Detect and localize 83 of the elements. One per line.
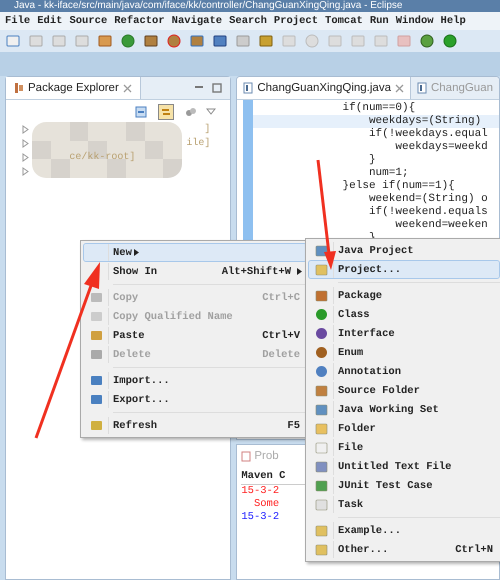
menu-item[interactable]: Source — [69, 15, 108, 27]
menu-item[interactable]: Run — [370, 15, 389, 27]
menu-item-icon — [314, 346, 328, 359]
menu-item[interactable]: Example... — [308, 521, 500, 540]
package-explorer-icon — [14, 82, 24, 94]
code-line: if(!weekdays.equal — [368, 128, 489, 141]
menu-item-icon — [90, 329, 102, 342]
menu-item-icon — [314, 422, 328, 435]
menu-item-icon — [314, 327, 328, 340]
code-line: weekend=(String) o — [368, 193, 489, 206]
menu-item[interactable]: Annotation — [308, 362, 500, 381]
menu-item[interactable]: Help — [440, 15, 466, 27]
menu-item[interactable]: New — [83, 243, 307, 262]
menu-item[interactable]: Edit — [37, 15, 62, 27]
menu-item-icon — [90, 374, 102, 387]
menu-item[interactable]: File — [5, 15, 30, 27]
menu-item-icon — [314, 543, 328, 556]
menu-item[interactable]: Import... — [83, 371, 307, 390]
menu-item-icon — [314, 403, 328, 416]
menu-item[interactable]: Export... — [83, 390, 307, 409]
menu-item-icon — [90, 291, 102, 304]
view-menu-icon[interactable] — [206, 108, 216, 116]
expand-icon[interactable] — [22, 152, 29, 162]
menu-item[interactable]: Paste Ctrl+V — [83, 326, 307, 345]
menu-item-icon — [314, 384, 328, 397]
view-tab[interactable]: Package Explorer — [6, 77, 141, 99]
menu-item[interactable]: Other... Ctrl+N — [308, 540, 500, 559]
menu-item-icon — [90, 348, 102, 361]
menu-item[interactable]: Java Working Set — [308, 400, 500, 419]
menu-item-icon — [314, 524, 328, 537]
menu-item-icon — [314, 460, 328, 473]
menu-item[interactable]: Tomcat — [325, 15, 363, 27]
menu-item[interactable]: Enum — [308, 343, 500, 362]
menu-item-icon — [90, 419, 102, 432]
code-line: weekend=weeken — [394, 219, 489, 232]
expand-icon[interactable] — [22, 166, 29, 176]
menu-item-icon — [314, 498, 328, 511]
close-icon[interactable] — [122, 84, 132, 92]
menu-item[interactable]: Class — [308, 305, 500, 324]
menu-item[interactable]: Package — [308, 286, 500, 305]
menu-item[interactable]: Source Folder — [308, 381, 500, 400]
java-file-icon — [416, 82, 427, 94]
menu-item-icon — [314, 244, 328, 257]
code-line: } — [368, 154, 377, 167]
menu-item-icon — [314, 308, 328, 321]
expand-icon[interactable] — [22, 124, 29, 134]
menu-item-icon — [90, 310, 102, 323]
menu-item[interactable]: Window — [396, 15, 434, 27]
view-title: Package Explorer — [28, 82, 119, 94]
menu-item-icon — [314, 441, 328, 454]
window-title: Java - kk-iface/src/main/java/com/iface/kk/controller/ChangGuanXingQing.java - Eclipse — [13, 0, 402, 12]
menu-item[interactable]: File — [308, 438, 500, 457]
menu-item-icon — [314, 263, 328, 276]
menu-item[interactable]: Project — [274, 15, 318, 27]
menu-item[interactable]: Folder — [308, 419, 500, 438]
menu-item[interactable]: Navigate — [172, 15, 222, 27]
code-line: if(num==0){ — [342, 102, 416, 115]
submenu-arrow-icon — [134, 249, 139, 256]
menu-item[interactable]: Search — [229, 15, 267, 27]
code-line: }else if(num==1){ — [342, 180, 456, 193]
code-line: num=1; — [368, 167, 410, 180]
menu-item[interactable]: Refresh F5 — [83, 416, 307, 435]
submenu-arrow-icon — [297, 268, 302, 275]
menu-item-icon — [90, 393, 102, 406]
expand-icon[interactable] — [22, 138, 29, 148]
code-line: if(!weekend.equals — [368, 206, 489, 219]
java-file-icon — [243, 82, 254, 94]
menu-item-icon — [314, 289, 328, 302]
console-line: 15-3-2 — [241, 485, 280, 498]
menu-item[interactable]: Refactor — [114, 15, 165, 27]
editor-tab[interactable]: ChangGuanXingQing.java — [237, 77, 411, 99]
console-line: 15-3-2 — [241, 511, 280, 524]
menu-item[interactable]: Project... — [308, 260, 500, 279]
close-icon[interactable] — [394, 84, 404, 92]
code-line: weekdays=weekd — [394, 141, 489, 154]
menu-item[interactable]: Task — [308, 495, 500, 514]
console-line: Some — [252, 498, 280, 511]
problems-icon[interactable] — [241, 450, 252, 462]
menu-item-icon — [314, 365, 328, 378]
menu-item[interactable]: Interface — [308, 324, 500, 343]
maximize-icon[interactable] — [212, 83, 222, 93]
collapse-icon[interactable] — [135, 106, 148, 118]
menu-item-icon — [314, 479, 328, 492]
